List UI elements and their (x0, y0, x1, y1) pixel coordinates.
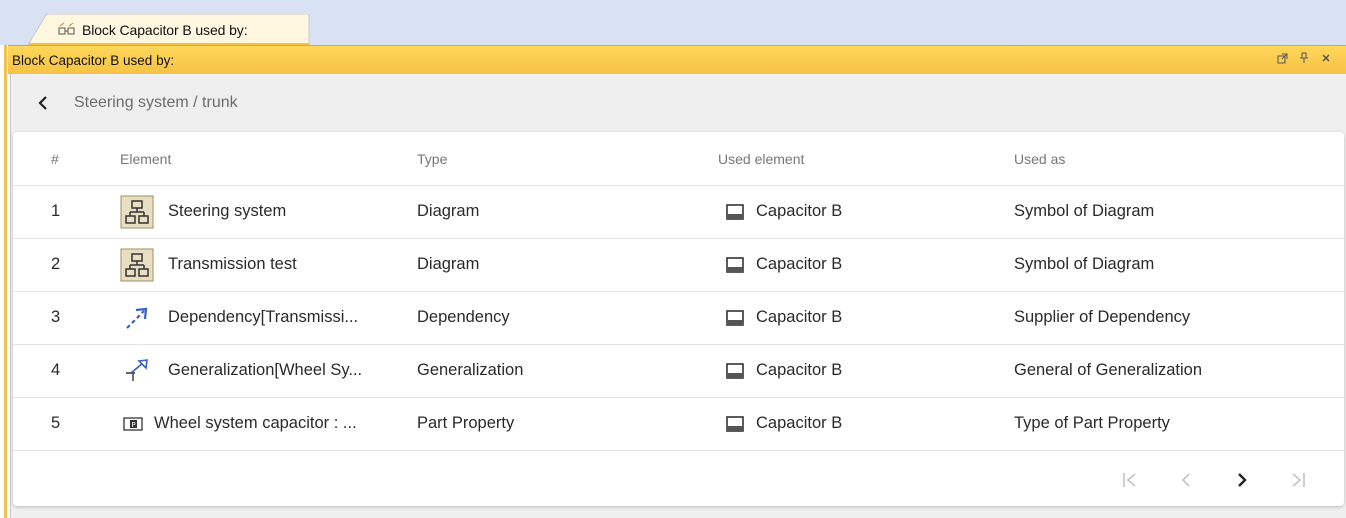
used-element-name: Capacitor B (756, 308, 843, 326)
first-page-icon (1123, 473, 1136, 487)
row-used-as: Type of Part Property (1014, 414, 1170, 432)
used-element-name: Capacitor B (756, 414, 843, 432)
block-icon (726, 203, 744, 220)
row-used-as: Symbol of Diagram (1014, 255, 1155, 273)
row-number: 3 (51, 308, 61, 326)
row-type: Diagram (417, 255, 480, 273)
header-num: # (51, 150, 59, 167)
last-page-icon (1292, 473, 1305, 487)
row-type: Diagram (417, 202, 480, 220)
row-number: 2 (51, 255, 61, 273)
svg-text:P: P (131, 421, 135, 429)
row-element[interactable]: Generalization[Wheel Sy... (120, 344, 362, 397)
element-name: Transmission test (168, 255, 297, 273)
element-name: Generalization[Wheel Sy... (168, 361, 363, 379)
usage-table: # Element Type Used element Used as 1 St… (13, 132, 1344, 506)
row-used-element[interactable]: Capacitor B (718, 344, 842, 397)
table-row[interactable]: 1 Steering system Diagram Capacitor B Sy… (13, 185, 1344, 239)
back-button[interactable] (36, 93, 50, 113)
row-number: 4 (51, 361, 61, 379)
first-page-button[interactable] (1102, 466, 1158, 494)
element-name: Dependency[Transmissi... (168, 308, 359, 326)
pane-edge (0, 45, 11, 518)
generalization-icon (120, 356, 154, 386)
breadcrumb: Steering system / trunk (11, 74, 1346, 132)
row-element[interactable]: Steering system (120, 185, 286, 238)
float-window-icon[interactable] (1276, 52, 1288, 64)
row-type: Part Property (417, 414, 515, 432)
panel-title: Block Capacitor B used by: (12, 52, 175, 68)
usage-pane: Steering system / trunk # Element Type U… (11, 74, 1346, 518)
row-used-as: Supplier of Dependency (1014, 308, 1191, 326)
block-icon (726, 415, 744, 432)
row-element[interactable]: Dependency[Transmissi... (120, 291, 358, 344)
row-used-element[interactable]: Capacitor B (718, 238, 842, 291)
row-type: Generalization (417, 361, 524, 379)
diagram-icon (120, 248, 154, 282)
block-icon (726, 362, 744, 379)
breadcrumb-path: Steering system / trunk (74, 94, 238, 111)
element-name: Wheel system capacitor : ... (154, 414, 357, 432)
tab-strip: Block Capacitor B used by: (0, 0, 1346, 45)
previous-page-button[interactable] (1158, 466, 1214, 494)
table-row[interactable]: 5 P Wheel system capacitor : ... Part Pr… (13, 397, 1344, 451)
table-row[interactable]: 3 Dependency[Transmissi... Dependency Ca… (13, 291, 1344, 345)
row-element[interactable]: P Wheel system capacitor : ... (120, 397, 357, 450)
row-used-as: Symbol of Diagram (1014, 202, 1155, 220)
close-icon[interactable] (1320, 52, 1332, 64)
row-used-element[interactable]: Capacitor B (718, 397, 842, 450)
header-used-as[interactable]: Used as (1014, 132, 1065, 185)
chevron-left-icon (1181, 473, 1190, 487)
element-name: Steering system (168, 202, 287, 220)
row-used-as: General of Generalization (1014, 361, 1203, 379)
diagram-icon (120, 195, 154, 229)
row-used-element[interactable]: Capacitor B (718, 291, 842, 344)
header-type[interactable]: Type (417, 132, 447, 185)
table-row[interactable]: 2 Transmission test Diagram Capacitor B … (13, 238, 1344, 292)
pin-icon[interactable] (1298, 52, 1310, 64)
last-page-button[interactable] (1270, 466, 1326, 494)
tab-block-usage[interactable]: Block Capacitor B used by: (28, 14, 310, 45)
row-type: Dependency (417, 308, 510, 326)
row-number: 1 (51, 202, 61, 220)
header-used-element[interactable]: Used element (718, 132, 804, 185)
part-property-icon: P (122, 416, 144, 431)
chevron-left-icon (38, 96, 47, 110)
table-header: # Element Type Used element Used as (13, 132, 1344, 186)
pagination (1102, 466, 1326, 494)
block-icon (726, 256, 744, 273)
usage-icon (58, 22, 76, 37)
row-number: 5 (51, 414, 61, 432)
row-element[interactable]: Transmission test (120, 238, 297, 291)
used-element-name: Capacitor B (756, 202, 843, 220)
header-element[interactable]: Element (120, 132, 171, 185)
block-icon (726, 309, 744, 326)
row-used-element[interactable]: Capacitor B (718, 185, 842, 238)
dependency-icon (120, 303, 154, 333)
tab-label: Block Capacitor B used by: (82, 21, 248, 38)
chevron-right-icon (1238, 473, 1247, 487)
next-page-button[interactable] (1214, 466, 1270, 494)
used-element-name: Capacitor B (756, 255, 843, 273)
table-row[interactable]: 4 Generalization[Wheel Sy... Generalizat… (13, 344, 1344, 398)
panel-title-bar: Block Capacitor B used by: (8, 45, 1346, 74)
used-element-name: Capacitor B (756, 361, 843, 379)
